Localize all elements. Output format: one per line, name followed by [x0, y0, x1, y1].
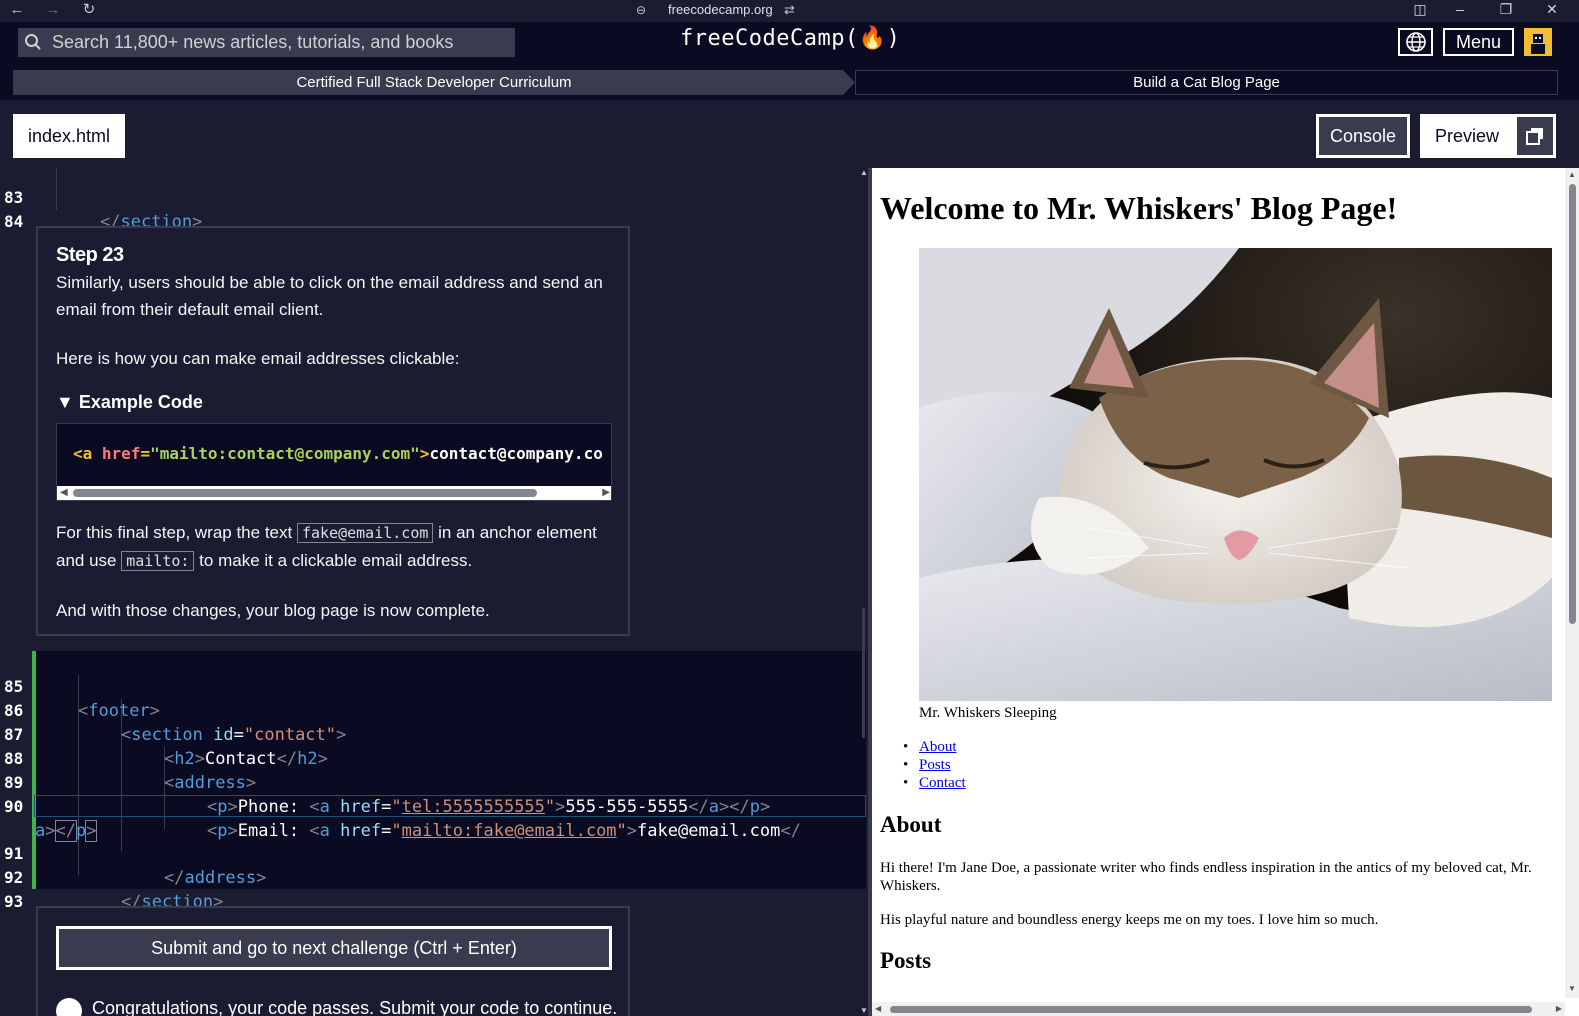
indent-guide [56, 168, 57, 210]
sidebar-icon[interactable]: ◫ [1400, 0, 1440, 22]
step-paragraph: And with those changes, your blog page i… [56, 601, 490, 620]
example-code-toggle[interactable]: ▼ Example Code [56, 392, 612, 413]
fcc-navbar: freeCodeCamp(🔥) Menu [0, 22, 1579, 62]
editor-scrollbar[interactable]: ▲ ▼ [859, 168, 868, 1016]
nav-link-about[interactable]: About [919, 739, 957, 755]
code-line[interactable]: 90 <p>Email: <a href="mailto:fake@email.… [0, 771, 866, 841]
forward-icon[interactable]: → [40, 0, 66, 22]
code-line[interactable]: 86 <section id="contact"> [0, 675, 866, 745]
nav-link-posts[interactable]: Posts [919, 757, 951, 773]
image-caption: Mr. Whiskers Sleeping [919, 705, 1057, 721]
line-number: 93 [4, 892, 24, 911]
code-line[interactable]: 88 <address> [0, 723, 866, 793]
scroll-right-icon[interactable]: ▶ [602, 487, 610, 498]
restore-icon[interactable]: ❐ [1486, 0, 1526, 22]
step-title: Step 23 [56, 244, 124, 266]
address-bar[interactable]: freecodecamp.org [668, 2, 773, 17]
reload-icon[interactable]: ↻ [76, 0, 102, 22]
code-scrollbar[interactable]: ◀ ▶ [57, 486, 611, 500]
step-instruction: For this final step, wrap the text fake@… [56, 523, 597, 571]
user-avatar-icon [1531, 34, 1545, 54]
submit-button[interactable]: Submit and go to next challenge (Ctrl + … [56, 926, 612, 970]
example-code: <a href="mailto:contact@company.com">con… [73, 444, 603, 463]
breadcrumb-project[interactable]: Build a Cat Blog Page [855, 70, 1558, 95]
code-line[interactable]: 87 <h2>Contact</h2> [0, 699, 866, 769]
tab-index-html[interactable]: index.html [13, 114, 125, 158]
link-icon: ⊖ [636, 3, 647, 17]
caret-down-icon: ▼ [56, 392, 74, 412]
scroll-up-icon[interactable]: ▲ [1568, 170, 1576, 179]
code-line[interactable]: 84 </main> [0, 186, 866, 256]
preview-nav: About Posts Contact [903, 739, 966, 793]
editor-toolbar: index.html Console Preview [0, 100, 1579, 168]
scroll-left-icon[interactable]: ◀ [60, 487, 68, 498]
step-description: Step 23 Similarly, users should be able … [36, 226, 630, 636]
success-message: Congratulations, your code passes. Submi… [92, 998, 618, 1016]
cat-photo [919, 248, 1552, 701]
step-paragraph: Similarly, users should be able to click… [56, 273, 603, 319]
code-line[interactable]: 85 <footer> [0, 651, 866, 721]
nav-item-about: About [903, 739, 966, 757]
preview-pane: Welcome to Mr. Whiskers' Blog Page! Mr. … [872, 168, 1579, 1016]
code-editor[interactable]: 83 </section> 84 </main> Step 23 Similar… [0, 168, 868, 1016]
globe-icon [1405, 32, 1426, 52]
scroll-up-icon[interactable]: ▲ [860, 168, 868, 177]
popout-preview-button[interactable] [1514, 114, 1556, 158]
close-icon[interactable]: ✕ [1532, 0, 1572, 22]
search-input[interactable] [52, 28, 502, 57]
search-icon [25, 34, 41, 50]
nav-item-contact: Contact [903, 775, 966, 793]
submit-panel: Submit and go to next challenge (Ctrl + … [36, 906, 630, 1016]
preview-heading: Welcome to Mr. Whiskers' Blog Page! [880, 190, 1398, 226]
menu-button[interactable]: Menu [1443, 28, 1514, 56]
about-heading: About [880, 812, 942, 837]
about-paragraph: His playful nature and boundless energy … [880, 912, 1379, 928]
scroll-left-icon[interactable]: ◀ [875, 1004, 881, 1013]
example-code-block: <a href="mailto:contact@company.com">con… [56, 423, 612, 501]
popout-icon [1526, 128, 1543, 145]
nav-link-contact[interactable]: Contact [919, 775, 966, 791]
preview-button[interactable]: Preview [1420, 114, 1514, 158]
line-number: 84 [4, 212, 24, 231]
scroll-down-icon[interactable]: ▼ [1568, 984, 1576, 993]
code-line[interactable]: 93 </footer> [0, 866, 866, 936]
code-line[interactable]: 91 </address> [0, 818, 866, 888]
nav-item-posts: Posts [903, 757, 966, 775]
preview-horizontal-scrollbar[interactable]: ◀ ▶ [872, 1002, 1565, 1016]
preview-vertical-scrollbar[interactable]: ▲ ▼ [1565, 168, 1579, 998]
step-paragraph: Here is how you can make email addresses… [56, 349, 460, 368]
scroll-down-icon[interactable]: ▼ [860, 1006, 868, 1015]
posts-heading: Posts [880, 948, 932, 973]
search-box[interactable] [18, 28, 515, 57]
breadcrumb-curriculum[interactable]: Certified Full Stack Developer Curriculu… [13, 70, 855, 95]
code-line-wrap[interactable]: a></p> [0, 795, 866, 842]
minimize-icon[interactable]: – [1440, 0, 1480, 22]
cat-image [919, 248, 1552, 701]
avatar[interactable] [1524, 28, 1552, 56]
check-circle-icon [56, 998, 82, 1016]
breadcrumb: Certified Full Stack Developer Curriculu… [13, 70, 1558, 95]
code-line[interactable]: 89 <p>Phone: <a href="tel:5555555555">55… [0, 747, 866, 817]
console-button[interactable]: Console [1316, 114, 1410, 158]
scroll-right-icon[interactable]: ▶ [1556, 1004, 1562, 1013]
about-paragraph: Hi there! I'm Jane Doe, a passionate wri… [880, 860, 1532, 894]
code-line[interactable]: 92 </section> [0, 842, 866, 912]
site-settings-icon[interactable]: ⇄ [784, 2, 795, 18]
back-icon[interactable]: ← [4, 0, 30, 22]
fcc-logo[interactable]: freeCodeCamp(🔥) [680, 26, 900, 51]
code-line[interactable]: 83 </section> [0, 168, 866, 232]
language-button[interactable] [1398, 28, 1433, 56]
browser-chrome: ← → ↻ ⊖ freecodecamp.org ⇄ ◫ – ❐ ✕ [0, 0, 1579, 22]
